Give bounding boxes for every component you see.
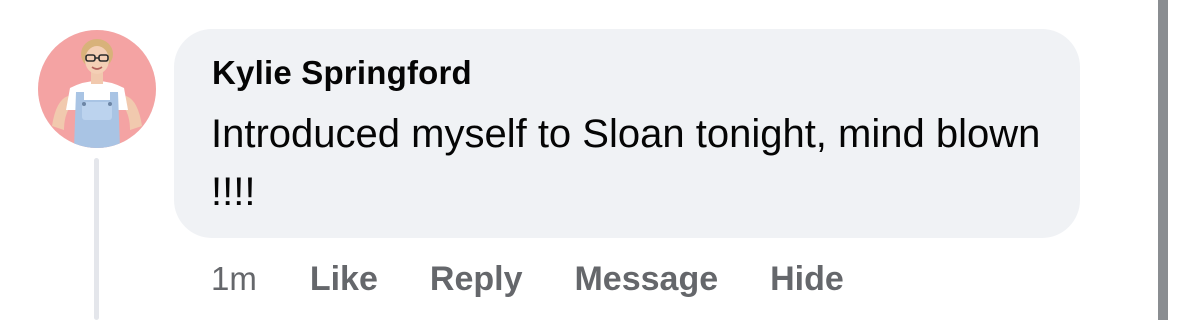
scroll-rail — [1158, 0, 1168, 320]
profile-photo-icon — [38, 30, 156, 148]
comment-bubble: Kylie Springford Introduced myself to Sl… — [174, 29, 1080, 238]
like-button[interactable]: Like — [310, 260, 378, 299]
reply-button[interactable]: Reply — [430, 260, 523, 299]
comment-actions: 1m Like Reply Message Hide — [211, 256, 844, 302]
message-button[interactable]: Message — [574, 260, 718, 299]
comment-text: Introduced myself to Sloan tonight, mind… — [211, 112, 1041, 214]
avatar[interactable] — [38, 30, 156, 148]
hide-button[interactable]: Hide — [770, 260, 844, 299]
comment-author[interactable]: Kylie Springford — [212, 54, 472, 92]
comment-timestamp[interactable]: 1m — [211, 260, 257, 298]
thread-line — [94, 158, 99, 320]
